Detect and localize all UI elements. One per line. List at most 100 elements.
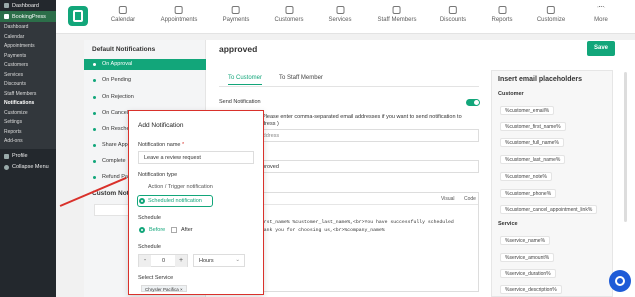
wp-bookingpress-menu[interactable]: BookingPress	[0, 11, 56, 22]
logo-icon	[73, 10, 83, 22]
nav-payments[interactable]: Payments	[223, 6, 249, 23]
schedule-amount-value: 0	[162, 258, 166, 264]
reports-icon	[497, 6, 506, 14]
wp-sub-payments[interactable]: Payments	[0, 52, 56, 62]
wp-sub-settings[interactable]: Settings	[0, 118, 56, 128]
placeholder-chip[interactable]: %customer_email%	[500, 106, 555, 115]
nav-discounts[interactable]: Discounts	[440, 6, 466, 23]
save-button[interactable]: Save	[587, 41, 615, 56]
bookingpress-icon	[4, 14, 9, 19]
after-label: After	[181, 227, 193, 233]
notification-name-label: Notification name *	[138, 142, 185, 148]
editor-tab-visual[interactable]: Visual	[441, 196, 455, 202]
notification-title: approved	[219, 44, 258, 54]
help-chat-button[interactable]	[609, 270, 631, 292]
placeholder-chip[interactable]: %customer_phone%	[500, 189, 557, 198]
type-action-trigger-option[interactable]: Action / Trigger notification	[148, 184, 213, 190]
wp-sub-notifications[interactable]: Notifications	[0, 99, 56, 109]
placeholder-chip[interactable]: %customer_first_name%	[500, 122, 566, 131]
decrement-button[interactable]: -	[139, 255, 151, 267]
nav-customize[interactable]: Customize	[537, 6, 565, 23]
wp-dashboard-link[interactable]: Dashboard	[0, 0, 56, 11]
wp-collapse-menu[interactable]: Collapse Menu	[0, 162, 56, 173]
message-body[interactable]: first_name% %customer_last_name%,<br>You…	[258, 219, 454, 235]
customers-icon	[284, 6, 293, 14]
customer-section-title: Customer	[498, 91, 524, 97]
wp-sub-appointments[interactable]: Appointments	[0, 42, 56, 52]
placeholder-chip[interactable]: %service_name%	[500, 236, 551, 245]
tab-to-staff-member[interactable]: To Staff Member	[279, 75, 323, 81]
wp-sub-customize[interactable]: Customize	[0, 109, 56, 119]
nav-staff-members[interactable]: Staff Members	[378, 6, 416, 23]
placeholder-chip[interactable]: %service_amount%	[500, 253, 555, 262]
wp-sub-staff[interactable]: Staff Members	[0, 90, 56, 100]
before-radio[interactable]	[139, 227, 145, 233]
wp-sub-customers[interactable]: Customers	[0, 61, 56, 71]
schedule-amount-label: Schedule	[138, 244, 161, 250]
customize-icon	[547, 6, 555, 14]
profile-icon	[4, 153, 9, 159]
collapse-icon	[4, 164, 9, 170]
bookingpress-logo[interactable]	[68, 6, 88, 26]
cc-hint: Please enter comma-separated email addre…	[262, 114, 462, 120]
nav-calendar[interactable]: Calendar	[111, 6, 135, 23]
more-icon	[596, 6, 605, 14]
notification-type-label: Notification type	[138, 172, 178, 178]
send-notification-toggle[interactable]	[466, 99, 480, 106]
cc-email-input[interactable]: Address	[255, 129, 479, 142]
placeholders-title: Insert email placeholders	[498, 76, 583, 83]
discounts-icon	[449, 6, 457, 14]
nav-customers[interactable]: Customers	[274, 6, 304, 23]
wp-admin-sidebar: Dashboard BookingPress Dashboard Calenda…	[0, 0, 56, 297]
wp-sub-discounts[interactable]: Discounts	[0, 80, 56, 90]
schedule-unit-select[interactable]: Hours ⌄	[193, 254, 245, 267]
services-icon	[335, 6, 344, 14]
nav-services[interactable]: Services	[328, 6, 352, 23]
placeholders-scrollbar[interactable]	[624, 72, 627, 222]
default-notifications-title: Default Notifications	[92, 46, 156, 53]
service-tag[interactable]: Chrysler Pacifica ×	[141, 285, 187, 292]
recipient-tabs: To Customer To Staff Member	[219, 74, 479, 87]
placeholder-chip[interactable]: %service_duration%	[500, 269, 556, 278]
subject-input[interactable]: pproved	[255, 160, 479, 173]
nav-more[interactable]: More	[594, 6, 608, 23]
wp-sub-reports[interactable]: Reports	[0, 128, 56, 138]
wp-profile-link[interactable]: Profile	[0, 151, 56, 162]
placeholder-chip[interactable]: %customer_cancel_appointment_link%	[500, 205, 598, 214]
schedule-label: Schedule	[138, 215, 161, 221]
after-radio[interactable]	[171, 227, 177, 233]
placeholder-chip[interactable]: %service_description%	[500, 285, 562, 294]
payments-icon	[232, 6, 240, 14]
wp-sub-services[interactable]: Services	[0, 71, 56, 81]
staff-icon	[393, 6, 401, 14]
wp-sub-addons[interactable]: Add-ons	[0, 137, 56, 147]
tab-to-customer[interactable]: To Customer	[228, 75, 263, 85]
service-section-title: Service	[498, 221, 518, 227]
scheduled-highlight	[137, 195, 213, 207]
wp-sub-calendar[interactable]: Calendar	[0, 33, 56, 43]
nav-appointments[interactable]: Appointments	[161, 6, 197, 23]
notification-name-input[interactable]: Leave a review request	[138, 151, 254, 164]
nav-reports[interactable]: Reports	[491, 6, 513, 23]
placeholder-chip[interactable]: %customer_note%	[500, 172, 552, 181]
placeholder-chip[interactable]: %customer_last_name%	[500, 155, 566, 164]
remove-tag-icon[interactable]: ×	[180, 287, 183, 292]
chat-icon	[615, 276, 625, 286]
appointments-icon	[174, 6, 183, 14]
schedule-amount-stepper[interactable]: - 0 +	[138, 254, 188, 267]
select-service-label: Select Service	[138, 275, 174, 281]
calendar-icon	[118, 6, 127, 14]
notification-on-approval[interactable]: On Approval	[84, 59, 206, 70]
cc-hint-continued: dress )	[262, 121, 279, 127]
top-navigation: Calendar Appointments Payments Customers…	[56, 0, 635, 34]
wp-sub-dashboard[interactable]: Dashboard	[0, 23, 56, 33]
editor-tab-code[interactable]: Code	[464, 196, 476, 202]
before-label: Before	[149, 227, 166, 233]
notification-on-pending[interactable]: On Pending	[84, 75, 206, 86]
send-notification-label: Send Notification	[219, 99, 261, 105]
dashboard-icon	[4, 3, 9, 8]
notification-on-rejection[interactable]: On Rejection	[84, 92, 206, 103]
chevron-down-icon: ⌄	[235, 257, 240, 263]
placeholder-chip[interactable]: %customer_full_name%	[500, 138, 564, 147]
increment-button[interactable]: +	[175, 255, 187, 267]
